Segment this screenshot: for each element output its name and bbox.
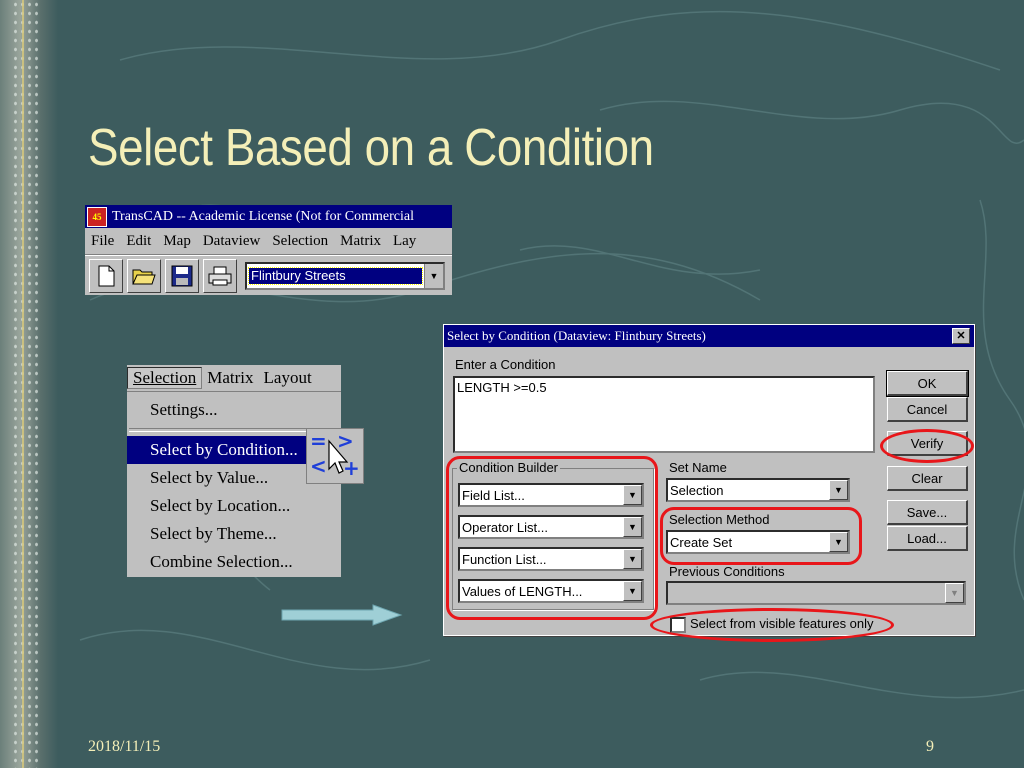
- verify-button[interactable]: Verify: [887, 431, 968, 456]
- select-by-condition-dialog: Select by Condition (Dataview: Flintbury…: [443, 324, 975, 642]
- menu-dataview[interactable]: Dataview: [197, 233, 266, 250]
- transcad-toolbar: Flintbury Streets ▼: [85, 255, 452, 295]
- dialog-titlebar: Select by Condition (Dataview: Flintbury…: [444, 325, 974, 347]
- set-name-value: Selection: [670, 482, 724, 498]
- close-icon[interactable]: ✕: [952, 328, 970, 344]
- cancel-button[interactable]: Cancel: [887, 397, 968, 422]
- values-list-value: Values of LENGTH...: [462, 583, 583, 599]
- chevron-down-icon[interactable]: ▼: [829, 480, 848, 500]
- selection-menubar: Selection Matrix Layout: [127, 365, 341, 392]
- menu-file[interactable]: File: [85, 233, 120, 250]
- select-by-condition-tool-button[interactable]: = > < +: [306, 428, 364, 484]
- chevron-down-icon[interactable]: ▼: [623, 549, 642, 569]
- svg-text:=: =: [310, 429, 327, 453]
- ok-button[interactable]: OK: [886, 370, 969, 397]
- save-disk-icon: [171, 265, 193, 287]
- selection-method-combo[interactable]: Create Set ▼: [666, 530, 850, 554]
- menu-map[interactable]: Map: [157, 233, 197, 250]
- dialog-title: Select by Condition (Dataview: Flintbury…: [447, 328, 706, 343]
- enter-condition-label: Enter a Condition: [455, 357, 556, 372]
- load-button[interactable]: Load...: [887, 526, 968, 551]
- chevron-down-icon[interactable]: ▼: [623, 517, 642, 537]
- print-icon: [208, 266, 232, 286]
- selection-method-value: Create Set: [670, 534, 733, 550]
- map-texture: [12, 0, 42, 768]
- layer-combo[interactable]: Flintbury Streets ▼: [245, 262, 445, 290]
- transcad-app-icon: 45: [87, 206, 107, 227]
- layer-combo-value: Flintbury Streets: [248, 267, 423, 285]
- menu-matrix[interactable]: Matrix: [202, 368, 258, 388]
- previous-conditions-label: Previous Conditions: [669, 564, 785, 579]
- field-list-value: Field List...: [462, 487, 525, 503]
- left-map-strip: [0, 0, 58, 768]
- page-number: 9: [926, 738, 934, 755]
- footer-date: 2018/11/15: [88, 738, 161, 755]
- print-button[interactable]: [203, 259, 237, 293]
- menu-item-select-by-location[interactable]: Select by Location...: [127, 492, 341, 520]
- values-list-combo[interactable]: Values of LENGTH... ▼: [458, 579, 644, 603]
- map-road-line: [22, 0, 24, 768]
- new-file-button[interactable]: [89, 259, 123, 293]
- clear-button[interactable]: Clear: [887, 466, 968, 491]
- transcad-window: 45 TransCAD -- Academic License (Not for…: [85, 205, 452, 295]
- menu-item-settings[interactable]: Settings...: [127, 396, 341, 424]
- new-file-icon: [98, 265, 115, 287]
- chevron-down-icon[interactable]: ▼: [623, 485, 642, 505]
- select-by-condition-tool-icon: = > < +: [310, 429, 360, 480]
- transcad-menubar: File Edit Map Dataview Selection Matrix …: [85, 228, 452, 255]
- menu-selection-open[interactable]: Selection: [127, 367, 203, 389]
- svg-text:>: >: [337, 429, 354, 453]
- open-folder-icon: [132, 269, 156, 285]
- set-name-combo[interactable]: Selection ▼: [666, 478, 850, 502]
- save-button[interactable]: Save...: [887, 500, 968, 525]
- menu-selection[interactable]: Selection: [266, 233, 334, 250]
- operator-list-combo[interactable]: Operator List... ▼: [458, 515, 644, 539]
- operator-list-value: Operator List...: [462, 519, 548, 535]
- open-folder-button[interactable]: [127, 259, 161, 293]
- visible-features-checkbox[interactable]: [670, 617, 686, 633]
- field-list-combo[interactable]: Field List... ▼: [458, 483, 644, 507]
- menu-item-combine-selection[interactable]: Combine Selection...: [127, 548, 341, 576]
- condition-input[interactable]: LENGTH >=0.5: [453, 376, 875, 453]
- transcad-title: TransCAD -- Academic License (Not for Co…: [112, 208, 414, 224]
- menu-layout[interactable]: Layout: [259, 368, 317, 388]
- selection-method-label: Selection Method: [669, 512, 770, 527]
- svg-text:<: <: [310, 454, 327, 478]
- visible-features-label: Select from visible features only: [690, 616, 874, 631]
- previous-conditions-combo[interactable]: ▼: [666, 581, 966, 605]
- function-list-value: Function List...: [462, 551, 547, 567]
- function-list-combo[interactable]: Function List... ▼: [458, 547, 644, 571]
- chevron-down-icon[interactable]: ▼: [829, 532, 848, 552]
- menu-edit[interactable]: Edit: [120, 233, 157, 250]
- chevron-down-icon[interactable]: ▼: [945, 583, 964, 603]
- menu-matrix[interactable]: Matrix: [334, 233, 387, 250]
- condition-builder-label: Condition Builder: [457, 460, 561, 475]
- chevron-down-icon[interactable]: ▼: [623, 581, 642, 601]
- save-button[interactable]: [165, 259, 199, 293]
- slide-title: Select Based on a Condition: [88, 119, 654, 177]
- set-name-label: Set Name: [669, 460, 727, 475]
- transcad-titlebar: 45 TransCAD -- Academic License (Not for…: [85, 205, 452, 228]
- chevron-down-icon[interactable]: ▼: [424, 264, 443, 288]
- menu-item-select-by-theme[interactable]: Select by Theme...: [127, 520, 341, 548]
- menu-layout[interactable]: Lay: [387, 233, 422, 250]
- right-arrow-icon: [281, 604, 403, 626]
